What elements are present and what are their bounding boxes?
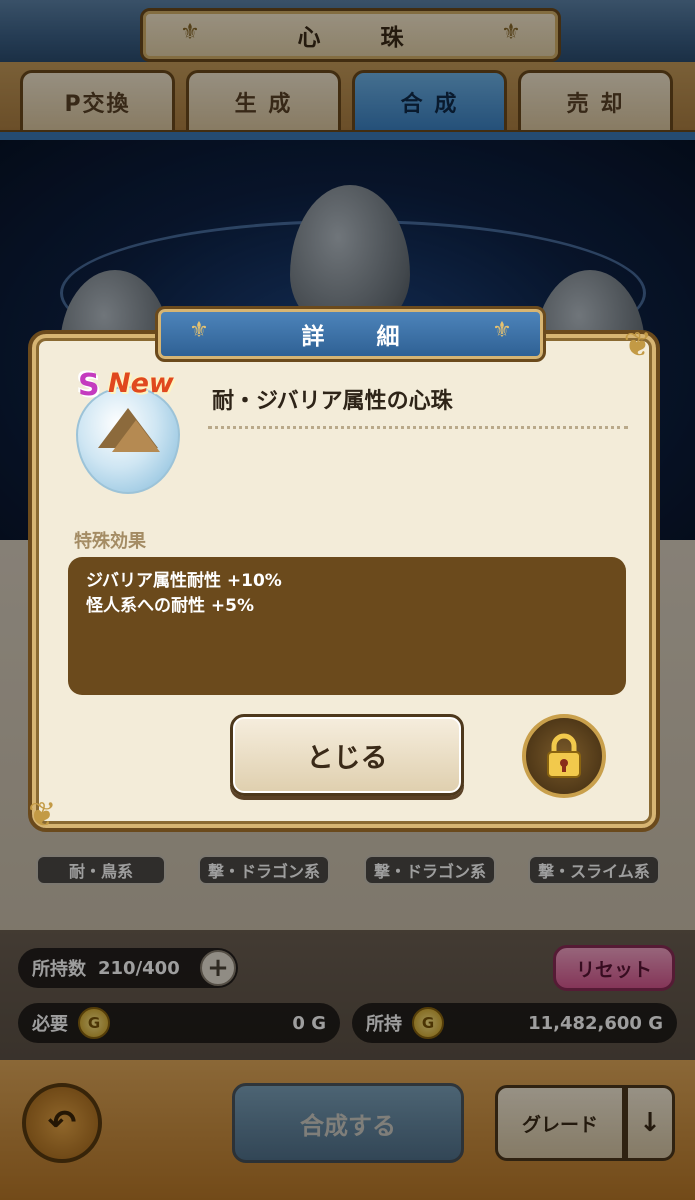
dialog-title: 詳 細 xyxy=(301,324,422,350)
corner-ornament-icon: ❦ xyxy=(623,325,653,365)
corner-ornament-icon: ❦ xyxy=(28,795,57,835)
close-label: とじる xyxy=(306,742,388,774)
effect-line: ジバリア属性耐性 +10% xyxy=(86,571,282,591)
dialog-title-plate: ⚜ 詳 細 ⚜ xyxy=(155,306,546,362)
pyramid-small-icon xyxy=(112,420,160,452)
special-effect-label: 特殊効果 xyxy=(74,531,146,552)
effect-line: 怪人系への耐性 +5% xyxy=(86,596,255,616)
dotted-divider xyxy=(208,426,628,429)
effect-box: ジバリア属性耐性 +10% 怪人系への耐性 +5% xyxy=(68,557,626,695)
fleur-right-icon: ⚜ xyxy=(492,318,512,343)
close-button[interactable]: とじる xyxy=(230,714,464,796)
rank-badge: S xyxy=(78,368,100,403)
fleur-left-icon: ⚜ xyxy=(189,318,209,343)
lock-button[interactable] xyxy=(522,714,606,798)
new-badge: New xyxy=(108,368,174,399)
item-name: 耐・ジバリア属性の心珠 xyxy=(212,389,453,414)
lock-icon xyxy=(547,733,581,778)
